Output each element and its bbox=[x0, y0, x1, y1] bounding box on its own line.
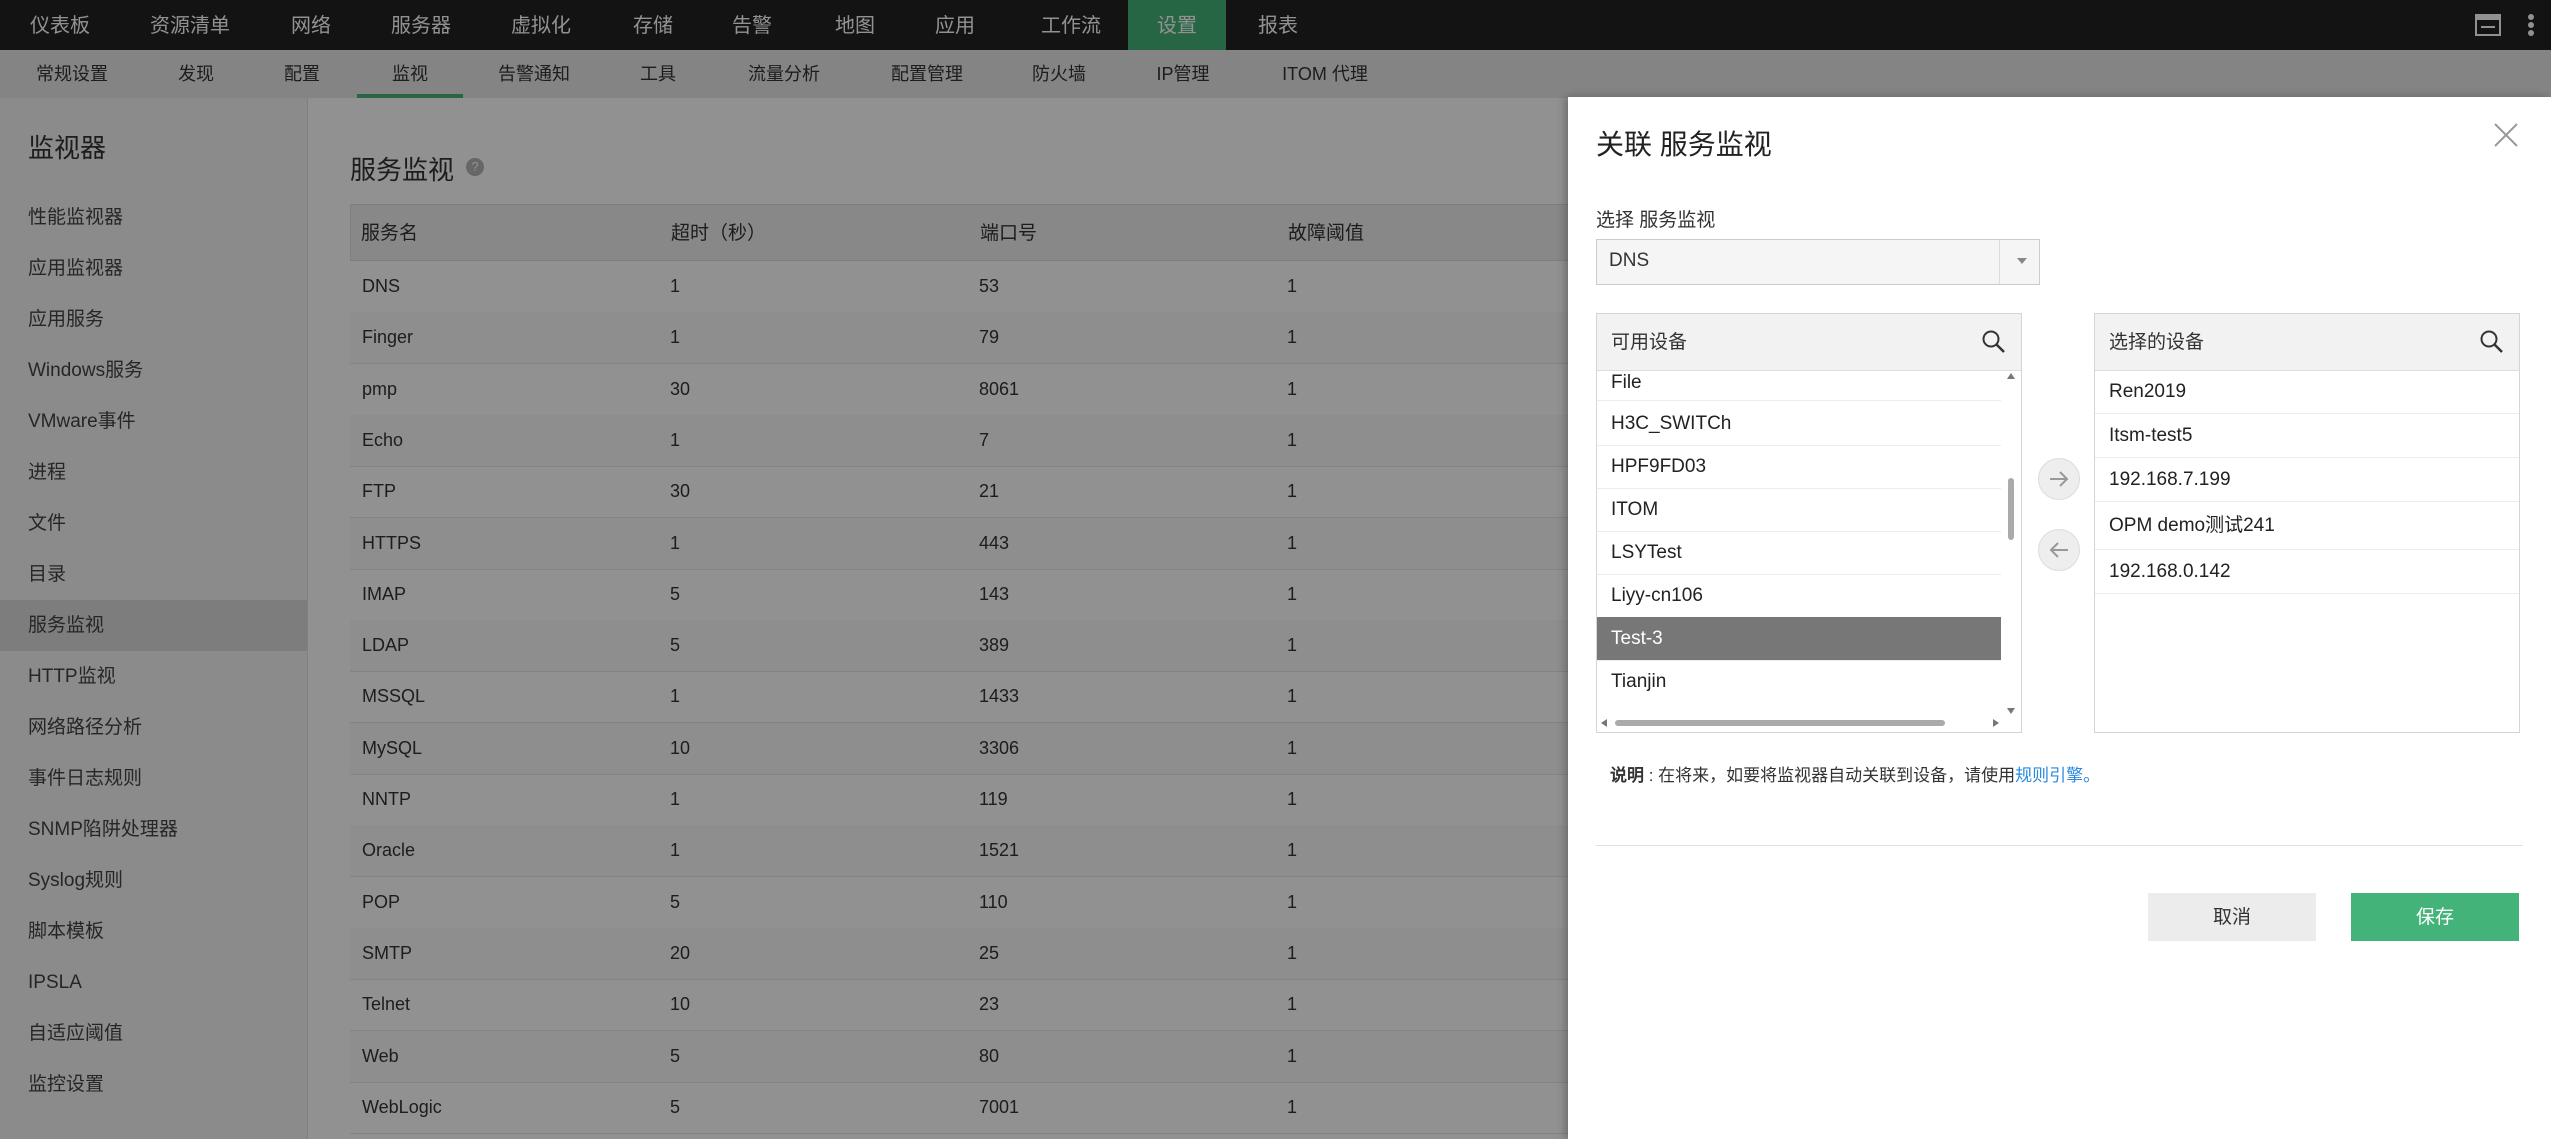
vertical-scrollbar[interactable] bbox=[2001, 370, 2021, 716]
select-service-monitor-label: 选择 服务监视 bbox=[1596, 210, 1716, 231]
available-devices-title: 可用设备 bbox=[1611, 332, 1688, 353]
available-devices-header: 可用设备 bbox=[1597, 314, 2021, 371]
note-body: : 在将来，如要将监视器自动关联到设备，请使用 bbox=[1644, 766, 2016, 785]
panel-title: 关联 服务监视 bbox=[1596, 129, 1772, 160]
associate-service-monitor-panel: 关联 服务监视 选择 服务监视 DNS 可用设备 File H3C_SWITCh… bbox=[1568, 97, 2551, 1139]
selected-device-item[interactable]: Ren2019 bbox=[2095, 370, 2519, 414]
selected-device-item[interactable]: OPM demo测试241 bbox=[2095, 502, 2519, 550]
available-device-item[interactable]: Tianjin bbox=[1597, 660, 2001, 712]
available-devices-list: 可用设备 File H3C_SWITCh HPF9FD03 ITOM LSYTe… bbox=[1596, 313, 2022, 733]
rule-engine-link[interactable]: 规则引擎。 bbox=[2015, 766, 2100, 785]
available-device-item[interactable]: HPF9FD03 bbox=[1597, 445, 2001, 489]
service-monitor-dropdown[interactable]: DNS bbox=[1596, 239, 2040, 285]
available-device-item[interactable]: ITOM bbox=[1597, 488, 2001, 532]
available-device-item[interactable]: H3C_SWITCh bbox=[1597, 402, 2001, 446]
dropdown-separator bbox=[1999, 240, 2000, 284]
available-device-item[interactable]: LSYTest bbox=[1597, 531, 2001, 575]
move-right-button[interactable] bbox=[2038, 458, 2080, 500]
cancel-button[interactable]: 取消 bbox=[2148, 893, 2316, 941]
selected-device-item[interactable]: 192.168.0.142 bbox=[2095, 550, 2519, 594]
arrow-right-icon bbox=[2050, 471, 2069, 487]
available-device-item-selected[interactable]: Test-3 bbox=[1597, 617, 2001, 661]
selected-devices-header: 选择的设备 bbox=[2095, 314, 2519, 371]
available-device-item[interactable]: File bbox=[1597, 370, 2001, 401]
horizontal-scrollbar[interactable] bbox=[1597, 714, 2021, 732]
chevron-down-icon[interactable] bbox=[2017, 258, 2027, 264]
divider bbox=[1596, 845, 2523, 846]
available-device-item[interactable]: Liyy-cn106 bbox=[1597, 574, 2001, 618]
note-text: 说明 : 在将来，如要将监视器自动关联到设备，请使用规则引擎。 bbox=[1610, 761, 2100, 786]
arrow-left-icon bbox=[2049, 542, 2068, 558]
note-label: 说明 bbox=[1610, 766, 1644, 785]
selected-devices-title: 选择的设备 bbox=[2109, 332, 2205, 353]
selected-device-item[interactable]: 192.168.7.199 bbox=[2095, 458, 2519, 502]
move-left-button[interactable] bbox=[2038, 529, 2080, 571]
selected-device-item[interactable]: Itsm-test5 bbox=[2095, 414, 2519, 458]
save-button[interactable]: 保存 bbox=[2351, 893, 2519, 941]
dropdown-value: DNS bbox=[1609, 250, 1650, 271]
selected-devices-list: 选择的设备 Ren2019 Itsm-test5 192.168.7.199 O… bbox=[2094, 313, 2520, 733]
close-icon[interactable] bbox=[2490, 119, 2522, 151]
search-icon[interactable] bbox=[1981, 329, 2007, 355]
search-icon[interactable] bbox=[2479, 329, 2505, 355]
